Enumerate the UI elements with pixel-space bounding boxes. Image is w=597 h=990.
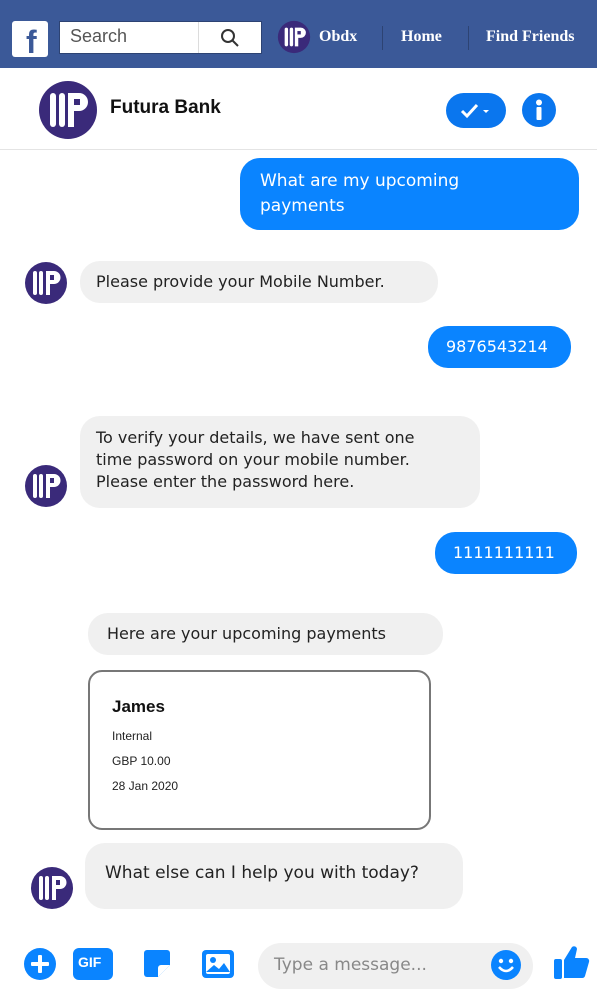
user-message: 1111111111 [435, 532, 577, 574]
message-text: Please provide your Mobile Number. [96, 272, 385, 291]
message-text: Please enter the password here. [96, 472, 355, 491]
profile-name: Obdx [319, 28, 358, 45]
nav-divider [468, 26, 469, 50]
check-icon [460, 103, 489, 119]
status-dropdown-button[interactable] [446, 93, 506, 128]
image-icon[interactable] [200, 947, 236, 981]
payment-amount: GBP 10.00 [112, 754, 171, 768]
nav-find-friends-link[interactable]: Find Friends [486, 28, 574, 46]
profile-avatar [277, 20, 311, 54]
like-icon[interactable] [552, 942, 592, 982]
bot-avatar [25, 465, 67, 507]
message-input-placeholder: Type a message... [274, 955, 427, 975]
bot-message: Here are your upcoming payments [88, 613, 443, 655]
user-message: 9876543214 [428, 326, 571, 368]
message-text: 9876543214 [446, 337, 548, 356]
message-text: time password on your mobile number. [96, 450, 410, 469]
bot-message: What else can I help you with today? [85, 843, 463, 909]
nav-divider [382, 26, 383, 50]
message-text: payments [260, 196, 345, 216]
gif-label: GIF [78, 954, 102, 970]
info-icon [536, 99, 542, 120]
search-box[interactable]: Search [59, 21, 262, 54]
message-text: What are my upcoming [260, 171, 460, 191]
chat-header: Futura Bank [0, 68, 597, 150]
payment-card[interactable]: James Internal GBP 10.00 28 Jan 2020 [88, 670, 431, 830]
user-message: What are my upcoming payments [240, 158, 579, 230]
payee-name: James [112, 697, 165, 716]
bot-avatar [31, 867, 73, 909]
payment-date: 28 Jan 2020 [112, 779, 179, 793]
add-icon[interactable] [23, 947, 57, 981]
info-button[interactable] [522, 93, 556, 127]
gif-button[interactable]: GIF [73, 948, 113, 980]
payment-type: Internal [112, 729, 153, 743]
nav-profile-link[interactable]: Obdx [277, 18, 357, 56]
bot-message: Please provide your Mobile Number. [80, 261, 438, 303]
facebook-top-bar: f Search Obdx Home Find Friends [0, 0, 597, 68]
message-text: What else can I help you with today? [105, 863, 419, 883]
bot-avatar [25, 262, 67, 304]
message-text: Here are your upcoming payments [107, 624, 386, 643]
bank-logo [39, 81, 97, 139]
chat-title: Futura Bank [110, 97, 221, 118]
message-text: To verify your details, we have sent one [96, 428, 415, 447]
nav-home-link[interactable]: Home [401, 28, 442, 46]
message-input[interactable]: Type a message... [258, 943, 533, 989]
search-icon[interactable] [220, 28, 240, 48]
emoji-icon[interactable] [490, 949, 522, 981]
message-text: 1111111111 [453, 543, 555, 562]
bot-message: To verify your details, we have sent one… [80, 416, 480, 508]
sticker-icon[interactable] [140, 947, 174, 981]
search-divider [198, 22, 199, 53]
search-input[interactable]: Search [70, 26, 127, 47]
facebook-logo-icon[interactable]: f [12, 21, 48, 60]
